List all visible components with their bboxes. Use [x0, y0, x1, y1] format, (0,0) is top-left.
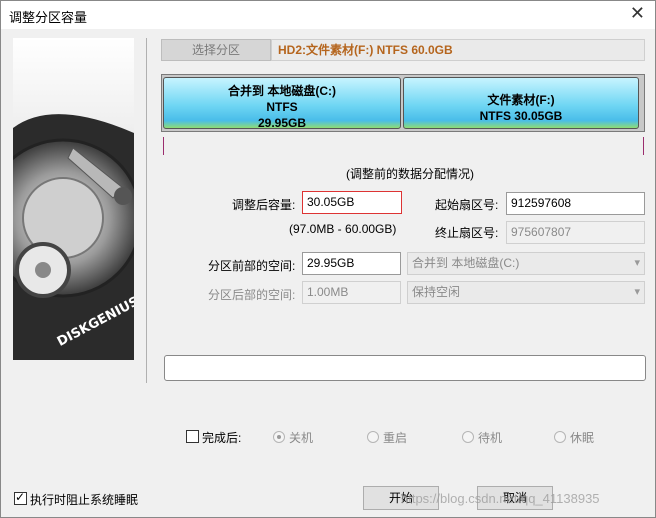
start-sector-input[interactable]: 912597608: [506, 192, 645, 215]
before-space-input[interactable]: 29.95GB: [302, 252, 401, 275]
after-space-select: 保持空闲 ▾: [407, 281, 645, 304]
prevent-sleep-checkbox[interactable]: [14, 490, 27, 505]
after-space-label: 分区后部的空间:: [208, 288, 296, 302]
radio-shutdown[interactable]: [273, 431, 285, 443]
title-bar: 调整分区容量 ✕: [1, 1, 655, 29]
partition-c-name: 合并到 本地磁盘(C:): [228, 84, 336, 98]
range-text: (97.0MB - 60.00GB): [289, 222, 397, 236]
resize-label: 调整后容量:: [232, 198, 296, 212]
radio-restart[interactable]: [367, 431, 379, 443]
option-shutdown-label: 关机: [289, 431, 314, 445]
resize-partition-dialog: 调整分区容量 ✕ DISKGENIUS 选择分区 HD2:文件素材(F:) NT…: [0, 0, 656, 518]
after-complete-checkbox[interactable]: [186, 430, 199, 443]
watermark-text: https://blog.csdn.net/qq_41138935: [401, 491, 600, 506]
prevent-sleep-label: 执行时阻止系统睡眠: [30, 493, 139, 507]
select-partition-button[interactable]: 选择分区: [161, 39, 271, 61]
disk-info-label: HD2:文件素材(F:) NTFS 60.0GB: [271, 39, 645, 61]
after-complete-label: 完成后:: [202, 431, 242, 445]
end-sector-input: 975607807: [506, 221, 645, 244]
radio-standby[interactable]: [462, 431, 474, 443]
partition-marker-strip: [163, 137, 644, 155]
diskgenius-illustration: DISKGENIUS: [13, 38, 134, 360]
progress-bar: [164, 355, 646, 381]
resize-capacity-input[interactable]: 30.05GB: [302, 191, 402, 214]
after-space-option: 保持空闲: [412, 285, 461, 299]
partition-f-name: 文件素材(F:): [487, 93, 555, 107]
start-sector-label: 起始扇区号:: [435, 198, 499, 212]
before-space-label: 分区前部的空间:: [208, 259, 296, 273]
hard-disk-icon: DISKGENIUS: [13, 114, 134, 360]
partition-c-fs: NTFS: [266, 100, 298, 114]
partition-bar: 合并到 本地磁盘(C:) NTFS 29.95GB 文件素材(F:) NTFS …: [161, 74, 645, 132]
radio-hibernate[interactable]: [554, 431, 566, 443]
allocation-caption: (调整前的数据分配情况): [346, 167, 474, 181]
chevron-down-icon: ▾: [634, 257, 640, 269]
divider: [146, 38, 147, 383]
option-restart-label: 重启: [383, 431, 408, 445]
end-sector-label: 终止扇区号:: [435, 226, 499, 240]
option-hibernate-label: 休眠: [570, 431, 595, 445]
chevron-down-icon: ▾: [634, 286, 640, 298]
close-icon[interactable]: ✕: [630, 3, 645, 24]
partition-f-fs-size: NTFS 30.05GB: [479, 109, 563, 123]
partition-c-size: 29.95GB: [257, 116, 307, 130]
option-standby-label: 待机: [478, 431, 503, 445]
partition-f-block: 文件素材(F:) NTFS 30.05GB: [403, 77, 639, 129]
before-space-option: 合并到 本地磁盘(C:): [412, 256, 520, 270]
partition-c-block: 合并到 本地磁盘(C:) NTFS 29.95GB: [163, 77, 401, 130]
before-space-select: 合并到 本地磁盘(C:) ▾: [407, 252, 645, 275]
window-title: 调整分区容量: [9, 10, 88, 25]
after-space-input: 1.00MB: [302, 281, 401, 304]
